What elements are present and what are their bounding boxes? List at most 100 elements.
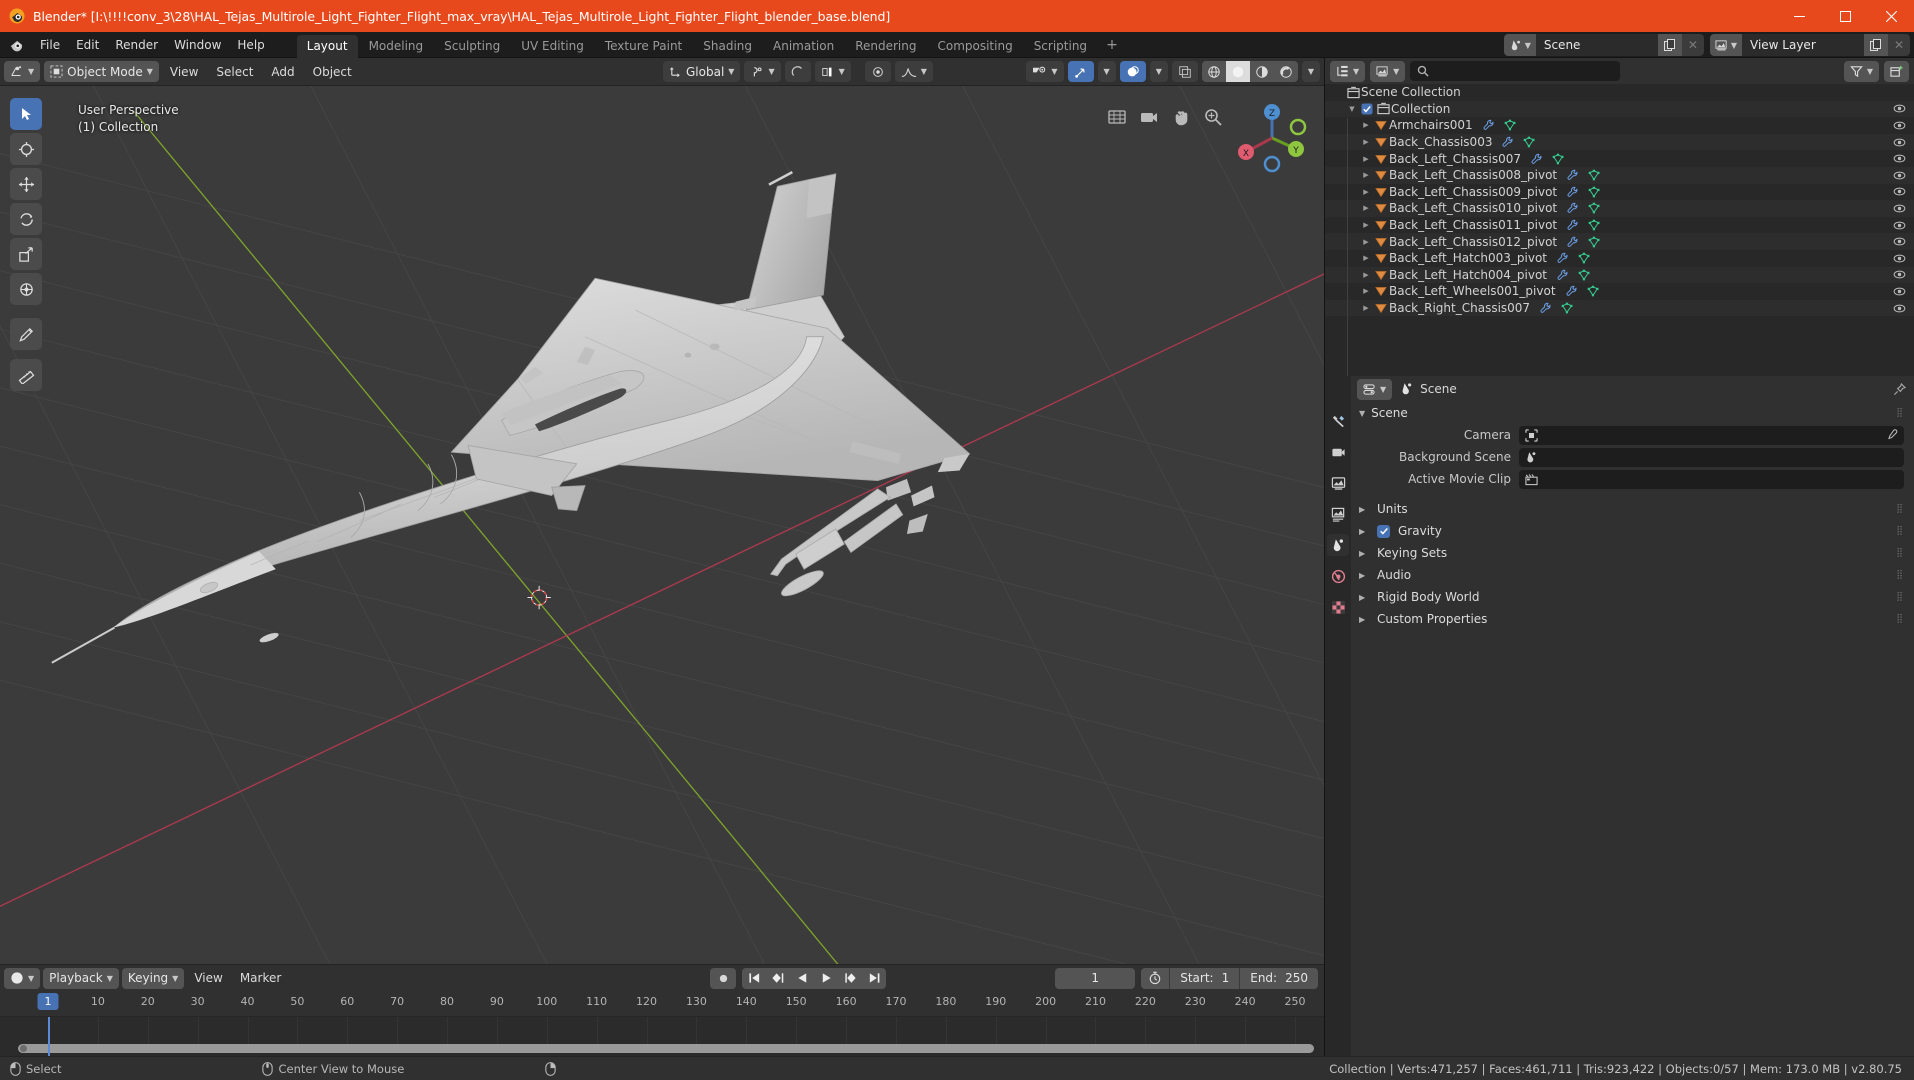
mesh-data-icon[interactable]: [1578, 269, 1590, 281]
tab-output-properties[interactable]: [1327, 472, 1349, 494]
tab-scripting[interactable]: Scripting: [1024, 35, 1097, 58]
background-scene-field[interactable]: [1519, 447, 1904, 467]
outliner-search-input[interactable]: [1410, 61, 1621, 81]
tab-layout[interactable]: Layout: [296, 35, 358, 58]
timeline-scroll-handle[interactable]: [20, 1045, 27, 1052]
viewlayer-duplicate-icon[interactable]: [1864, 34, 1888, 56]
toggle-perspective-icon[interactable]: [1106, 106, 1128, 128]
shading-rendered-button[interactable]: [1273, 61, 1298, 82]
scene-duplicate-icon[interactable]: [1657, 34, 1682, 56]
modifier-wrench-icon[interactable]: [1567, 236, 1579, 248]
outliner-row-scene-collection[interactable]: Scene Collection: [1325, 84, 1914, 101]
timeline-marker-menu[interactable]: Marker: [233, 968, 288, 988]
outliner-row-object[interactable]: ▶ Back_Left_Chassis008_pivot: [1325, 166, 1914, 184]
viewlayer-browse-icon[interactable]: ▼: [1709, 34, 1742, 56]
scene-panel-header[interactable]: ▼ Scene ⣿: [1351, 402, 1914, 424]
outliner-row-object[interactable]: ▶ Armchairs001: [1325, 117, 1914, 134]
mesh-data-icon[interactable]: [1504, 119, 1516, 131]
scene-browse-icon[interactable]: ▼: [1503, 34, 1536, 56]
checkbox-icon[interactable]: [1359, 103, 1375, 115]
tab-rendering[interactable]: Rendering: [845, 35, 926, 58]
menu-help[interactable]: Help: [229, 35, 272, 55]
visibility-eye-icon[interactable]: [1893, 185, 1906, 198]
mesh-data-icon[interactable]: [1561, 302, 1573, 314]
expand-arrow[interactable]: ▶: [1359, 304, 1373, 312]
timeline-ruler[interactable]: 1102030405060708090100110120130140150160…: [0, 991, 1324, 1017]
properties-accordion-row[interactable]: ▶ Custom Properties ⣿: [1351, 608, 1914, 630]
outliner-row-object[interactable]: ▶ Back_Left_Hatch003_pivot: [1325, 250, 1914, 267]
visibility-eye-icon[interactable]: [1893, 202, 1906, 215]
modifier-wrench-icon[interactable]: [1566, 285, 1578, 297]
frame-start-field[interactable]: Start: 1: [1169, 967, 1240, 989]
shading-solid-button[interactable]: [1225, 61, 1250, 82]
viewport-menu-object[interactable]: Object: [306, 62, 359, 82]
expand-arrow[interactable]: ▶: [1359, 171, 1373, 179]
outliner-editor-type-button[interactable]: ▼: [1330, 60, 1366, 82]
overlays-toggle[interactable]: [1119, 61, 1146, 82]
modifier-wrench-icon[interactable]: [1531, 153, 1543, 165]
blender-logo-icon[interactable]: [6, 35, 26, 55]
outliner-row-object[interactable]: ▶ Back_Left_Chassis007: [1325, 150, 1914, 167]
outliner-row-object[interactable]: ▶ Back_Left_Chassis012_pivot: [1325, 233, 1914, 250]
shading-options-dropdown[interactable]: ▼: [1301, 61, 1320, 82]
gizmo-options-dropdown[interactable]: ▼: [1097, 61, 1116, 82]
add-workspace-button[interactable]: +: [1098, 34, 1126, 56]
visibility-eye-icon[interactable]: [1893, 285, 1906, 298]
shading-material-preview-button[interactable]: [1249, 61, 1274, 82]
camera-field[interactable]: [1519, 425, 1904, 445]
tab-render-properties[interactable]: [1327, 441, 1349, 463]
jump-to-next-keyframe-button[interactable]: [838, 967, 862, 989]
menu-edit[interactable]: Edit: [68, 35, 107, 55]
properties-accordion-row[interactable]: ▶ Gravity ⣿: [1351, 520, 1914, 542]
modifier-wrench-icon[interactable]: [1567, 219, 1579, 231]
outliner-row-collection[interactable]: ▼ Collection: [1325, 100, 1914, 118]
tool-select-box[interactable]: [10, 98, 42, 130]
modifier-wrench-icon[interactable]: [1567, 202, 1579, 214]
expand-arrow[interactable]: ▼: [1345, 105, 1359, 113]
tool-rotate[interactable]: [10, 203, 42, 235]
timeline-playback-menu[interactable]: Playback ▼: [43, 967, 119, 989]
outliner-row-object[interactable]: ▶ Back_Left_Wheels001_pivot: [1325, 283, 1914, 300]
timeline-editor-type-button[interactable]: ▼: [4, 967, 41, 989]
mesh-data-icon[interactable]: [1588, 219, 1600, 231]
viewlayer-selector[interactable]: ▼ View Layer ✕: [1709, 34, 1910, 56]
visibility-dropdown[interactable]: ▼: [1026, 61, 1064, 82]
expand-arrow[interactable]: ▶: [1359, 155, 1373, 163]
use-preview-range-icon[interactable]: [1141, 967, 1170, 989]
toggle-camera-view-icon[interactable]: [1138, 106, 1160, 128]
expand-arrow[interactable]: ▶: [1359, 287, 1373, 295]
mesh-data-icon[interactable]: [1588, 202, 1600, 214]
properties-accordion-row[interactable]: ▶ Units ⣿: [1351, 498, 1914, 520]
outliner-row-object[interactable]: ▶ Back_Right_Chassis007: [1325, 299, 1914, 317]
expand-arrow[interactable]: ▶: [1359, 238, 1373, 246]
modifier-wrench-icon[interactable]: [1567, 186, 1579, 198]
viewlayer-name[interactable]: View Layer: [1742, 34, 1864, 56]
mesh-data-icon[interactable]: [1587, 285, 1599, 297]
snap-dropdown[interactable]: ▼: [744, 61, 781, 82]
expand-arrow[interactable]: ▶: [1359, 254, 1373, 262]
expand-arrow[interactable]: ▶: [1359, 138, 1373, 146]
outliner-row-object[interactable]: ▶ Back_Left_Chassis009_pivot: [1325, 184, 1914, 201]
outliner-new-collection-button[interactable]: [1884, 60, 1909, 82]
visibility-eye-icon[interactable]: [1893, 252, 1906, 265]
visibility-eye-icon[interactable]: [1893, 219, 1906, 232]
tab-tool-properties[interactable]: [1327, 410, 1349, 432]
outliner-row-object[interactable]: ▶ Back_Left_Hatch004_pivot: [1325, 266, 1914, 284]
tool-move[interactable]: [10, 168, 42, 200]
snap-magnet-toggle[interactable]: [864, 61, 891, 82]
mesh-data-icon[interactable]: [1578, 252, 1590, 264]
outliner-tree[interactable]: Scene Collection ▼ Collection ▶ Armchairs001…: [1325, 84, 1914, 376]
properties-accordion-row[interactable]: ▶ Rigid Body World ⣿: [1351, 586, 1914, 608]
proportional-edit-toggle[interactable]: [784, 61, 811, 82]
timeline-track-area[interactable]: [0, 1017, 1324, 1056]
zoom-view-icon[interactable]: [1202, 106, 1224, 128]
tab-world-properties[interactable]: [1327, 565, 1349, 587]
scene-selector[interactable]: ▼ Scene ✕: [1503, 34, 1704, 56]
shading-wireframe-button[interactable]: [1201, 61, 1226, 82]
outliner-row-object[interactable]: ▶ Back_Left_Chassis010_pivot: [1325, 200, 1914, 217]
active-movie-clip-field[interactable]: [1519, 469, 1904, 489]
editor-type-button[interactable]: ▼: [4, 61, 41, 82]
tool-annotate[interactable]: [10, 318, 42, 350]
navigation-gizmo[interactable]: Z Y X: [1230, 96, 1314, 180]
properties-accordion-row[interactable]: ▶ Audio ⣿: [1351, 564, 1914, 586]
